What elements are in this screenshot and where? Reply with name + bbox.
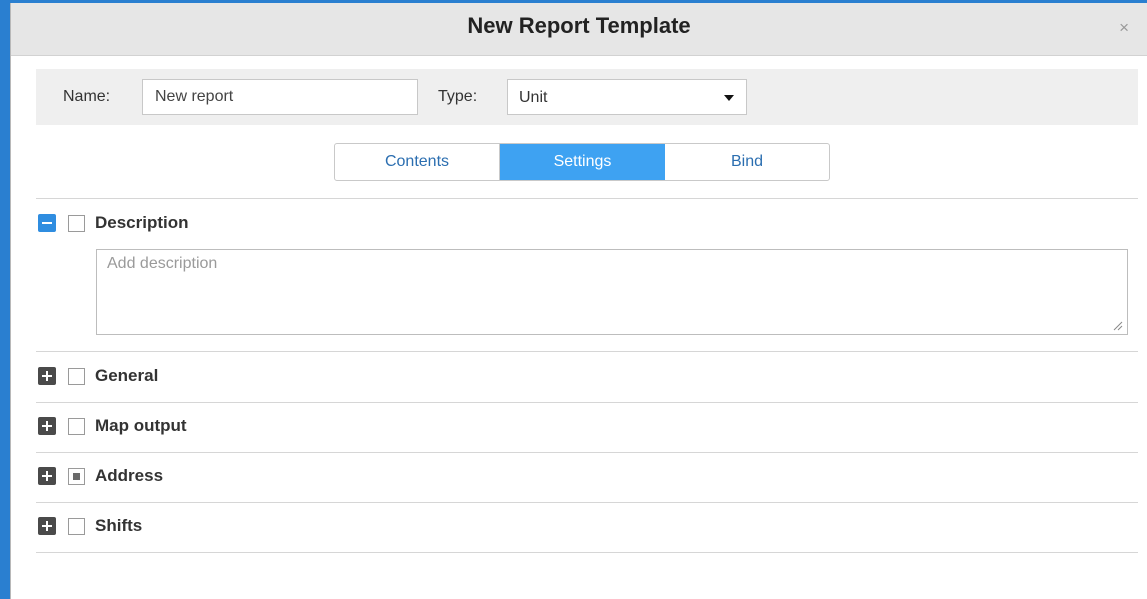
divider (36, 552, 1138, 553)
section-shifts-label: Shifts (95, 516, 143, 535)
divider (36, 452, 1138, 453)
section-shifts-checkbox[interactable] (68, 517, 85, 535)
expand-icon[interactable] (38, 417, 56, 435)
section-address: Address (38, 464, 163, 488)
section-general: General (38, 364, 158, 388)
close-icon[interactable]: × (1119, 19, 1129, 36)
description-textarea[interactable] (96, 249, 1128, 335)
name-label: Name: (63, 88, 111, 105)
divider (36, 502, 1138, 503)
expand-icon[interactable] (38, 517, 56, 535)
tab-bind[interactable]: Bind (665, 144, 829, 180)
section-address-label: Address (95, 466, 164, 485)
type-select[interactable]: Unit (507, 79, 747, 115)
section-address-checkbox[interactable] (68, 467, 85, 485)
section-map-output: Map output (38, 414, 187, 438)
dialog-title: New Report Template (467, 13, 691, 38)
section-general-label: General (95, 366, 159, 385)
divider (36, 402, 1138, 403)
collapse-icon[interactable] (38, 214, 56, 232)
tab-bar: Contents Settings Bind (334, 143, 830, 181)
expand-icon[interactable] (38, 467, 56, 485)
type-label: Type: (438, 88, 478, 105)
section-shifts: Shifts (38, 514, 142, 538)
new-report-template-dialog: New Report Template × Name: Type: Unit C… (10, 3, 1147, 599)
section-description-label: Description (95, 213, 189, 232)
divider (36, 198, 1138, 199)
section-description-checkbox[interactable] (68, 214, 85, 232)
section-map-output-label: Map output (95, 416, 187, 435)
tab-settings[interactable]: Settings (500, 144, 665, 180)
tab-contents[interactable]: Contents (335, 144, 500, 180)
resize-grip-icon[interactable] (1111, 319, 1123, 331)
type-selected-value: Unit (519, 89, 548, 106)
section-description: Description (38, 211, 189, 235)
name-type-bar: Name: Type: Unit (36, 69, 1138, 125)
chevron-down-icon (724, 95, 734, 101)
dialog-titlebar: New Report Template × (11, 3, 1147, 56)
divider (36, 351, 1138, 352)
section-map-output-checkbox[interactable] (68, 417, 85, 435)
section-general-checkbox[interactable] (68, 367, 85, 385)
name-input[interactable] (142, 79, 418, 115)
expand-icon[interactable] (38, 367, 56, 385)
